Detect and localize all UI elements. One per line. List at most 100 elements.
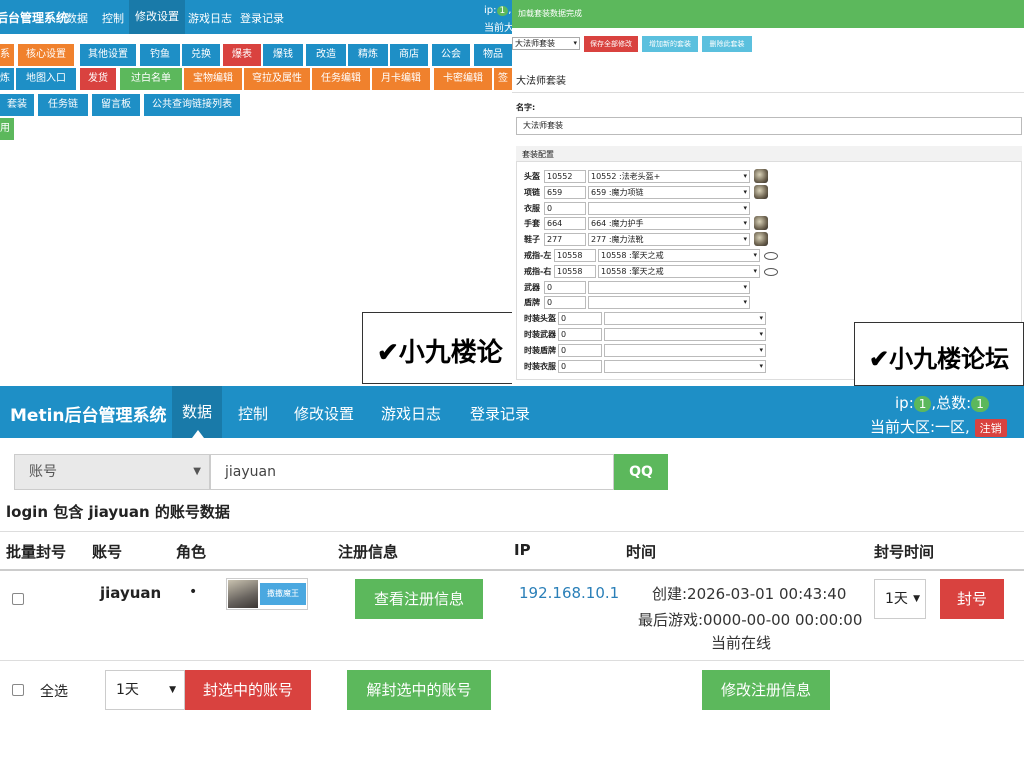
caret-down-icon: ▼	[193, 466, 201, 477]
section-title: 大法师套装	[516, 76, 566, 87]
slot-label: 武器	[524, 283, 540, 292]
nav-game-log[interactable]: 游戏日志	[381, 403, 441, 424]
menu-exchange[interactable]: 兑换	[182, 44, 220, 66]
menu-outfit[interactable]: 套装	[0, 94, 34, 116]
slot-id-input[interactable]: 10552	[544, 170, 586, 183]
ban-duration-select[interactable]: 1天 ▼	[874, 579, 926, 619]
menu-attributes[interactable]: 穹拉及属性	[244, 68, 310, 90]
menu-cardkey-edit[interactable]: 卡密编辑	[434, 68, 492, 90]
menu-ship[interactable]: 发货	[80, 68, 116, 90]
menu-refine[interactable]: 精炼	[348, 44, 388, 66]
menu-items[interactable]: 物品	[474, 44, 512, 66]
logout-button[interactable]: 注销	[974, 418, 1007, 437]
chevron-down-icon: ▾	[743, 235, 747, 243]
chevron-down-icon: ▾	[743, 172, 747, 180]
role-name: 撒撒魔王	[260, 583, 306, 605]
slot-id-input[interactable]: 0	[558, 312, 602, 325]
row-checkbox[interactable]	[12, 593, 24, 605]
slot-item-select[interactable]: 10558 :擎天之戒 ▾	[598, 265, 760, 278]
slot-id-input[interactable]: 10558	[554, 249, 596, 262]
online-status: 当前在线	[711, 634, 772, 652]
menu-whitelist[interactable]: 过白名单	[120, 68, 182, 90]
menu-quest-chain[interactable]: 任务链	[38, 94, 88, 116]
nav-login-log[interactable]: 登录记录	[470, 403, 530, 424]
slot-item-select[interactable]: ▾	[588, 296, 750, 309]
menu-guild[interactable]: 公会	[432, 44, 470, 66]
current-zone: 当前大	[484, 23, 512, 34]
slot-id-input[interactable]: 0	[558, 328, 602, 341]
slot-label: 衣服	[524, 204, 540, 213]
menu-message-board[interactable]: 留言板	[92, 94, 140, 116]
settings-menu-panel: 后台管理系统 数据 控制 修改设置 游戏日志 登录记录 ip: 1, 当前大 系 …	[0, 0, 512, 386]
menu-shop[interactable]: 商店	[390, 44, 428, 66]
slot-item-select[interactable]: 10558 :擎天之戒 ▾	[598, 249, 760, 262]
save-all-button[interactable]: 保存全部修改	[584, 36, 638, 52]
menu-monthcard-edit[interactable]: 月卡编辑	[372, 68, 430, 90]
slot-id-input[interactable]: 0	[544, 281, 586, 294]
batch-ban-duration-select[interactable]: 1天 ▼	[105, 670, 185, 710]
edit-register-button[interactable]: 修改注册信息	[702, 670, 830, 710]
slot-item-select[interactable]: ▾	[604, 312, 766, 325]
chevron-down-icon: ▾	[759, 346, 763, 354]
slot-item-select[interactable]: ▾	[604, 344, 766, 357]
slot-id-input[interactable]: 0	[544, 202, 586, 215]
menu-other-settings[interactable]: 其他设置	[80, 44, 136, 66]
ban-selected-button[interactable]: 封选中的账号	[185, 670, 311, 710]
slot-id-input[interactable]: 659	[544, 186, 586, 199]
active-caret-icon	[192, 430, 204, 438]
nav-game-log[interactable]: 游戏日志	[188, 10, 232, 26]
search-button[interactable]: QQ	[614, 454, 668, 490]
slot-item-select[interactable]: ▾	[588, 281, 750, 294]
slot-id-input[interactable]: 0	[558, 360, 602, 373]
outfit-name-input[interactable]: 大法师套装	[516, 117, 1022, 135]
menu-public-links[interactable]: 公共查询链接列表	[144, 94, 240, 116]
add-outfit-button[interactable]: 增加新的套装	[642, 36, 698, 52]
view-register-button[interactable]: 查看注册信息	[355, 579, 483, 619]
search-field-select[interactable]: 账号 ▼	[14, 454, 210, 490]
slot-label: 戒指-右	[524, 267, 552, 276]
nav-data[interactable]: 数据	[66, 10, 88, 26]
nav-control[interactable]: 控制	[102, 10, 124, 26]
slot-label: 时装武器	[524, 330, 556, 339]
menu-btn[interactable]: 签	[494, 68, 512, 90]
caret-down-icon: ▼	[913, 594, 920, 604]
menu-fishing[interactable]: 钓鱼	[140, 44, 180, 66]
menu-treasure-edit[interactable]: 宝物编辑	[184, 68, 242, 90]
unban-selected-button[interactable]: 解封选中的账号	[347, 670, 491, 710]
slot-item-select[interactable]: ▾	[588, 202, 750, 215]
slot-item-select[interactable]: 664 :魔力护手 ▾	[588, 217, 750, 230]
slot-item-select[interactable]: 659 :魔力项链 ▾	[588, 186, 750, 199]
outfit-preset-select[interactable]: 大法师套装 ▾	[512, 37, 580, 50]
menu-map-entry[interactable]: 地图入口	[16, 68, 76, 90]
menu-btn[interactable]: 用	[0, 118, 14, 140]
account-search-panel: Metin后台管理系统 数据 控制 修改设置 游戏日志 登录记录 ip: 1 ,总数…	[0, 386, 1024, 768]
slot-id-input[interactable]: 10558	[554, 265, 596, 278]
nav-login-log[interactable]: 登录记录	[240, 10, 284, 26]
menu-drop-table[interactable]: 爆表	[223, 44, 261, 66]
slot-item-select[interactable]: ▾	[604, 328, 766, 341]
menu-quest-edit[interactable]: 任务编辑	[312, 68, 370, 90]
slot-id-input[interactable]: 0	[558, 344, 602, 357]
slot-id-input[interactable]: 0	[544, 296, 586, 309]
slot-id-input[interactable]: 277	[544, 233, 586, 246]
ip-link[interactable]: 192.168.10.1	[519, 584, 619, 602]
slot-id-input[interactable]: 664	[544, 217, 586, 230]
select-all-checkbox[interactable]	[12, 684, 24, 696]
ban-button[interactable]: 封号	[940, 579, 1004, 619]
delete-outfit-button[interactable]: 删除此套装	[702, 36, 752, 52]
menu-modify[interactable]: 改造	[306, 44, 346, 66]
role-card[interactable]: 撒撒魔王	[226, 578, 308, 610]
menu-drop-money[interactable]: 爆钱	[263, 44, 303, 66]
slot-item-select[interactable]: ▾	[604, 360, 766, 373]
last-game-time: 最后游戏:0000-00-00 00:00:00	[638, 611, 863, 629]
menu-btn[interactable]: 炼	[0, 68, 14, 90]
menu-btn[interactable]: 系	[0, 44, 14, 66]
menu-core-settings[interactable]: 核心设置	[18, 44, 74, 66]
nav-settings[interactable]: 修改设置	[294, 403, 354, 424]
created-time: 创建:2026-03-01 00:43:40	[652, 585, 847, 603]
nav-settings[interactable]: 修改设置	[129, 0, 185, 34]
slot-item-select[interactable]: 277 :魔力法靴 ▾	[588, 233, 750, 246]
search-input[interactable]: jiayuan	[210, 454, 614, 490]
slot-item-select[interactable]: 10552 :法老头盔+ ▾	[588, 170, 750, 183]
nav-control[interactable]: 控制	[238, 403, 268, 424]
